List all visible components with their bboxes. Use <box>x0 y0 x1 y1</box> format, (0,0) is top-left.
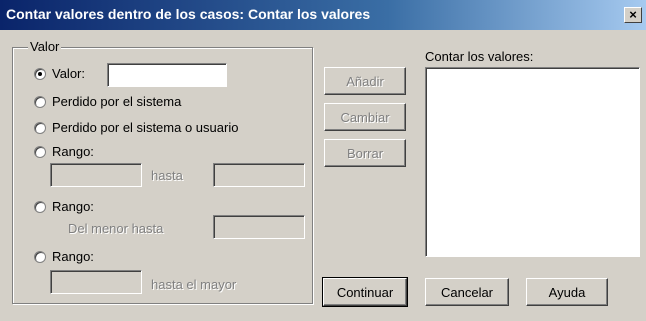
lowest-through-label: Del menor hasta <box>68 221 164 236</box>
continue-button[interactable]: Continuar <box>322 277 408 307</box>
radio-system-missing-label: Perdido por el sistema <box>52 94 182 109</box>
radio-system-or-user-missing-label: Perdido por el sistema o usuario <box>52 120 239 135</box>
help-button[interactable]: Ayuda <box>526 278 608 306</box>
cancel-button[interactable]: Cancelar <box>425 278 509 306</box>
radio-icon <box>34 95 46 108</box>
through-highest-input[interactable] <box>50 270 142 294</box>
radio-range-lowest-label: Rango: <box>52 199 94 214</box>
change-button[interactable]: Cambiar <box>324 103 406 131</box>
radio-system-missing[interactable]: Perdido por el sistema <box>34 94 181 109</box>
radio-icon <box>34 250 46 263</box>
radio-system-or-user-missing[interactable]: Perdido por el sistema o usuario <box>34 120 238 135</box>
values-list[interactable] <box>425 67 640 257</box>
range-to-input[interactable] <box>213 163 305 187</box>
lowest-through-input[interactable] <box>213 215 305 239</box>
radio-icon <box>34 200 46 213</box>
valor-input[interactable] <box>107 63 227 87</box>
radio-selected-icon <box>34 67 46 80</box>
add-button[interactable]: Añadir <box>324 67 406 95</box>
radio-range-label: Rango: <box>52 144 94 159</box>
radio-valor[interactable]: Valor: <box>34 66 85 81</box>
title-bar: Contar valores dentro de los casos: Cont… <box>0 0 646 30</box>
window-title: Contar valores dentro de los casos: Cont… <box>6 6 371 22</box>
radio-range-highest-label: Rango: <box>52 249 94 264</box>
radio-range-highest[interactable]: Rango: <box>34 249 94 264</box>
through-highest-label: hasta el mayor <box>151 277 237 292</box>
group-label: Valor <box>28 39 62 54</box>
radio-valor-label: Valor: <box>52 66 85 81</box>
close-button[interactable]: × <box>624 7 642 23</box>
radio-range-lowest[interactable]: Rango: <box>34 199 94 214</box>
radio-range[interactable]: Rango: <box>34 144 94 159</box>
close-icon: × <box>629 7 637 22</box>
remove-button[interactable]: Borrar <box>324 139 406 167</box>
range-from-input[interactable] <box>50 163 142 187</box>
radio-icon <box>34 145 46 158</box>
radio-icon <box>34 121 46 134</box>
values-list-label: Contar los valores: <box>425 49 534 64</box>
range-to-label: hasta <box>151 168 183 183</box>
